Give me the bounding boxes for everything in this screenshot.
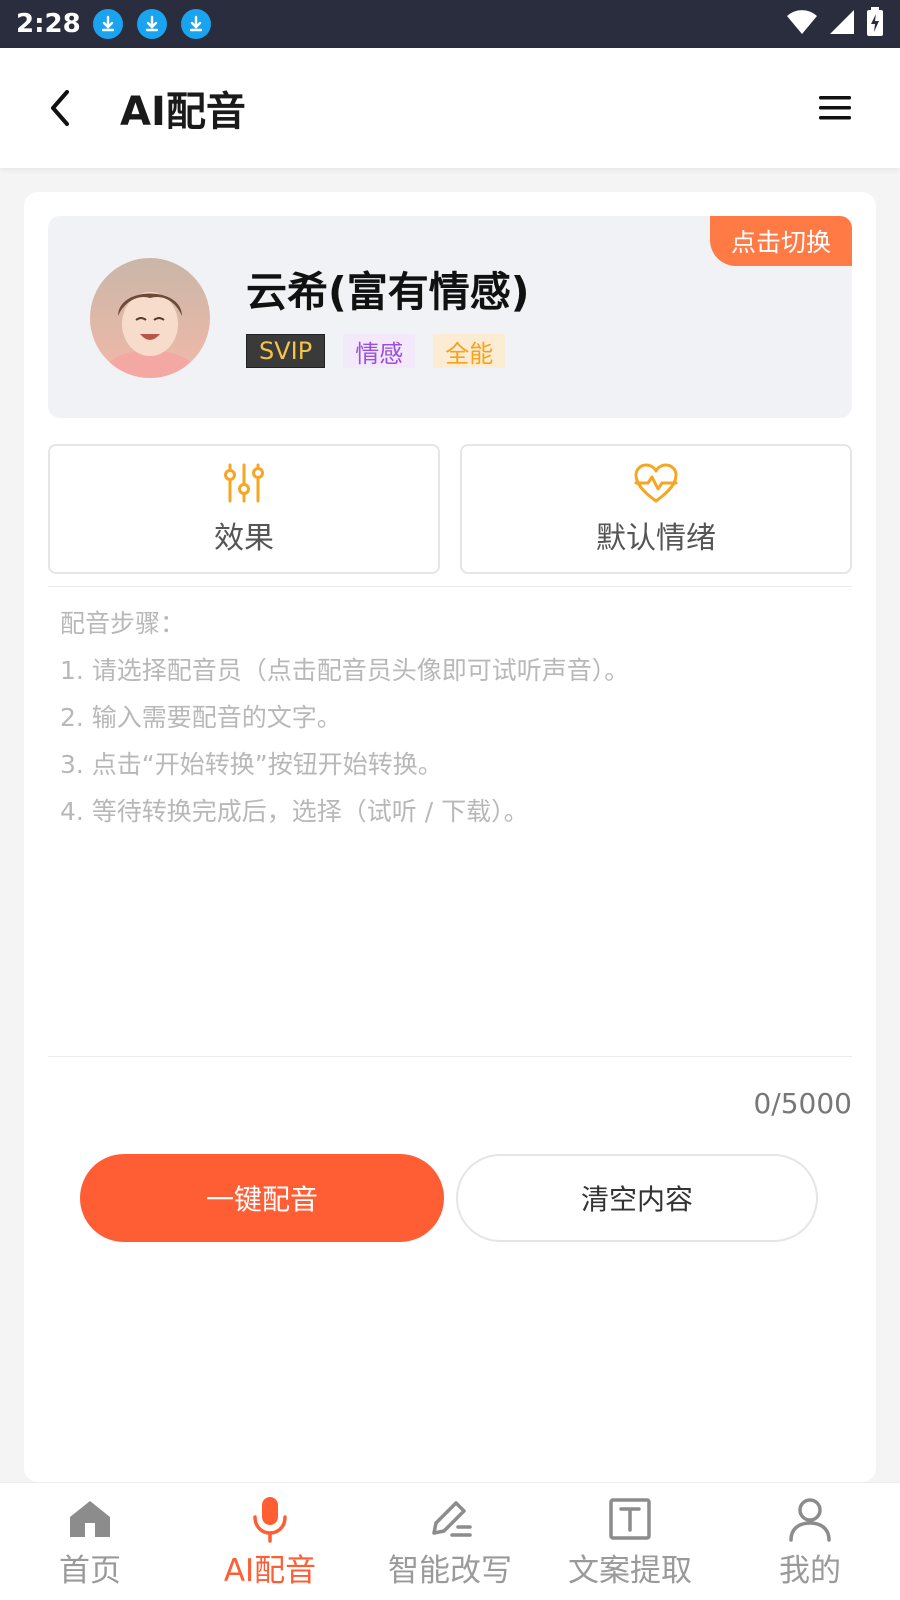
text-input-area[interactable]: 配音步骤： 1. 请选择配音员（点击配音员头像即可试听声音）。 2. 输入需要配…	[48, 594, 852, 1056]
effect-button[interactable]: 效果	[48, 444, 440, 574]
page-title: AI配音	[120, 89, 246, 135]
default-emotion-label: 默认情绪	[596, 521, 716, 556]
status-time: 2:28	[16, 9, 81, 39]
svip-tag: SVIP	[246, 334, 326, 368]
divider	[48, 586, 852, 587]
battery-icon	[866, 7, 884, 41]
nav-label-home: 首页	[59, 1553, 121, 1589]
nav-label-smart-rewrite: 智能改写	[388, 1553, 512, 1589]
default-emotion-button[interactable]: 默认情绪	[460, 444, 852, 574]
home-icon	[70, 1501, 110, 1537]
placeholder-step: 3. 点击“开始转换”按钮开始转换。	[60, 750, 443, 779]
nav-label-profile: 我的	[779, 1553, 841, 1589]
effect-label: 效果	[214, 521, 274, 556]
voice-avatar[interactable]	[90, 258, 210, 378]
nav-item-ai-dubbing[interactable]: AI配音	[180, 1483, 360, 1600]
main-card: 点击切换 云希(富有情感) SVIP 情感 全能 效果 默认情绪 配音步骤： 1…	[24, 192, 876, 1482]
app-header: AI配音	[0, 48, 900, 168]
divider	[48, 1056, 852, 1057]
text-extract-icon	[609, 1498, 651, 1540]
back-button[interactable]	[30, 78, 90, 138]
voice-selector-card[interactable]: 点击切换 云希(富有情感) SVIP 情感 全能	[48, 216, 852, 418]
user-icon	[789, 1498, 831, 1542]
voice-tags: SVIP 情感 全能	[246, 334, 506, 368]
nav-item-text-extract[interactable]: 文案提取	[540, 1483, 720, 1600]
back-arrow-icon	[51, 90, 69, 126]
bottom-navigation: 首页 AI配音 智能改写 文案提取 我的	[0, 1482, 900, 1600]
clear-content-button[interactable]: 清空内容	[456, 1154, 818, 1242]
placeholder-step: 2. 输入需要配音的文字。	[60, 703, 342, 732]
wifi-icon	[786, 9, 818, 39]
one-click-dub-button[interactable]: 一键配音	[80, 1154, 444, 1242]
microphone-icon	[253, 1497, 287, 1543]
menu-button[interactable]	[810, 83, 860, 133]
character-count: 0/5000	[753, 1087, 852, 1120]
emotion-tag: 情感	[343, 334, 416, 368]
nav-label-ai-dubbing: AI配音	[223, 1553, 317, 1589]
all-round-tag: 全能	[433, 334, 506, 368]
edit-icon	[432, 1501, 472, 1537]
hamburger-menu-icon	[819, 96, 851, 120]
voice-name: 云希(富有情感)	[246, 268, 530, 316]
placeholder-step: 4. 等待转换完成后，选择（试听 / 下载）。	[60, 797, 529, 826]
sliders-icon	[224, 463, 264, 503]
status-bar: 2:28	[0, 0, 900, 48]
signal-icon	[828, 8, 856, 40]
nav-item-smart-rewrite[interactable]: 智能改写	[360, 1483, 540, 1600]
heart-pulse-icon	[634, 463, 678, 503]
placeholder-step: 1. 请选择配音员（点击配音员头像即可试听声音）。	[60, 656, 630, 685]
download-notification-icon	[136, 9, 167, 39]
placeholder-heading: 配音步骤：	[60, 609, 186, 638]
nav-item-profile[interactable]: 我的	[720, 1483, 900, 1600]
download-notification-icon	[180, 9, 211, 39]
nav-item-home[interactable]: 首页	[0, 1483, 180, 1600]
download-notification-icon	[92, 9, 123, 39]
nav-label-text-extract: 文案提取	[568, 1553, 692, 1589]
switch-voice-button[interactable]: 点击切换	[710, 216, 852, 266]
